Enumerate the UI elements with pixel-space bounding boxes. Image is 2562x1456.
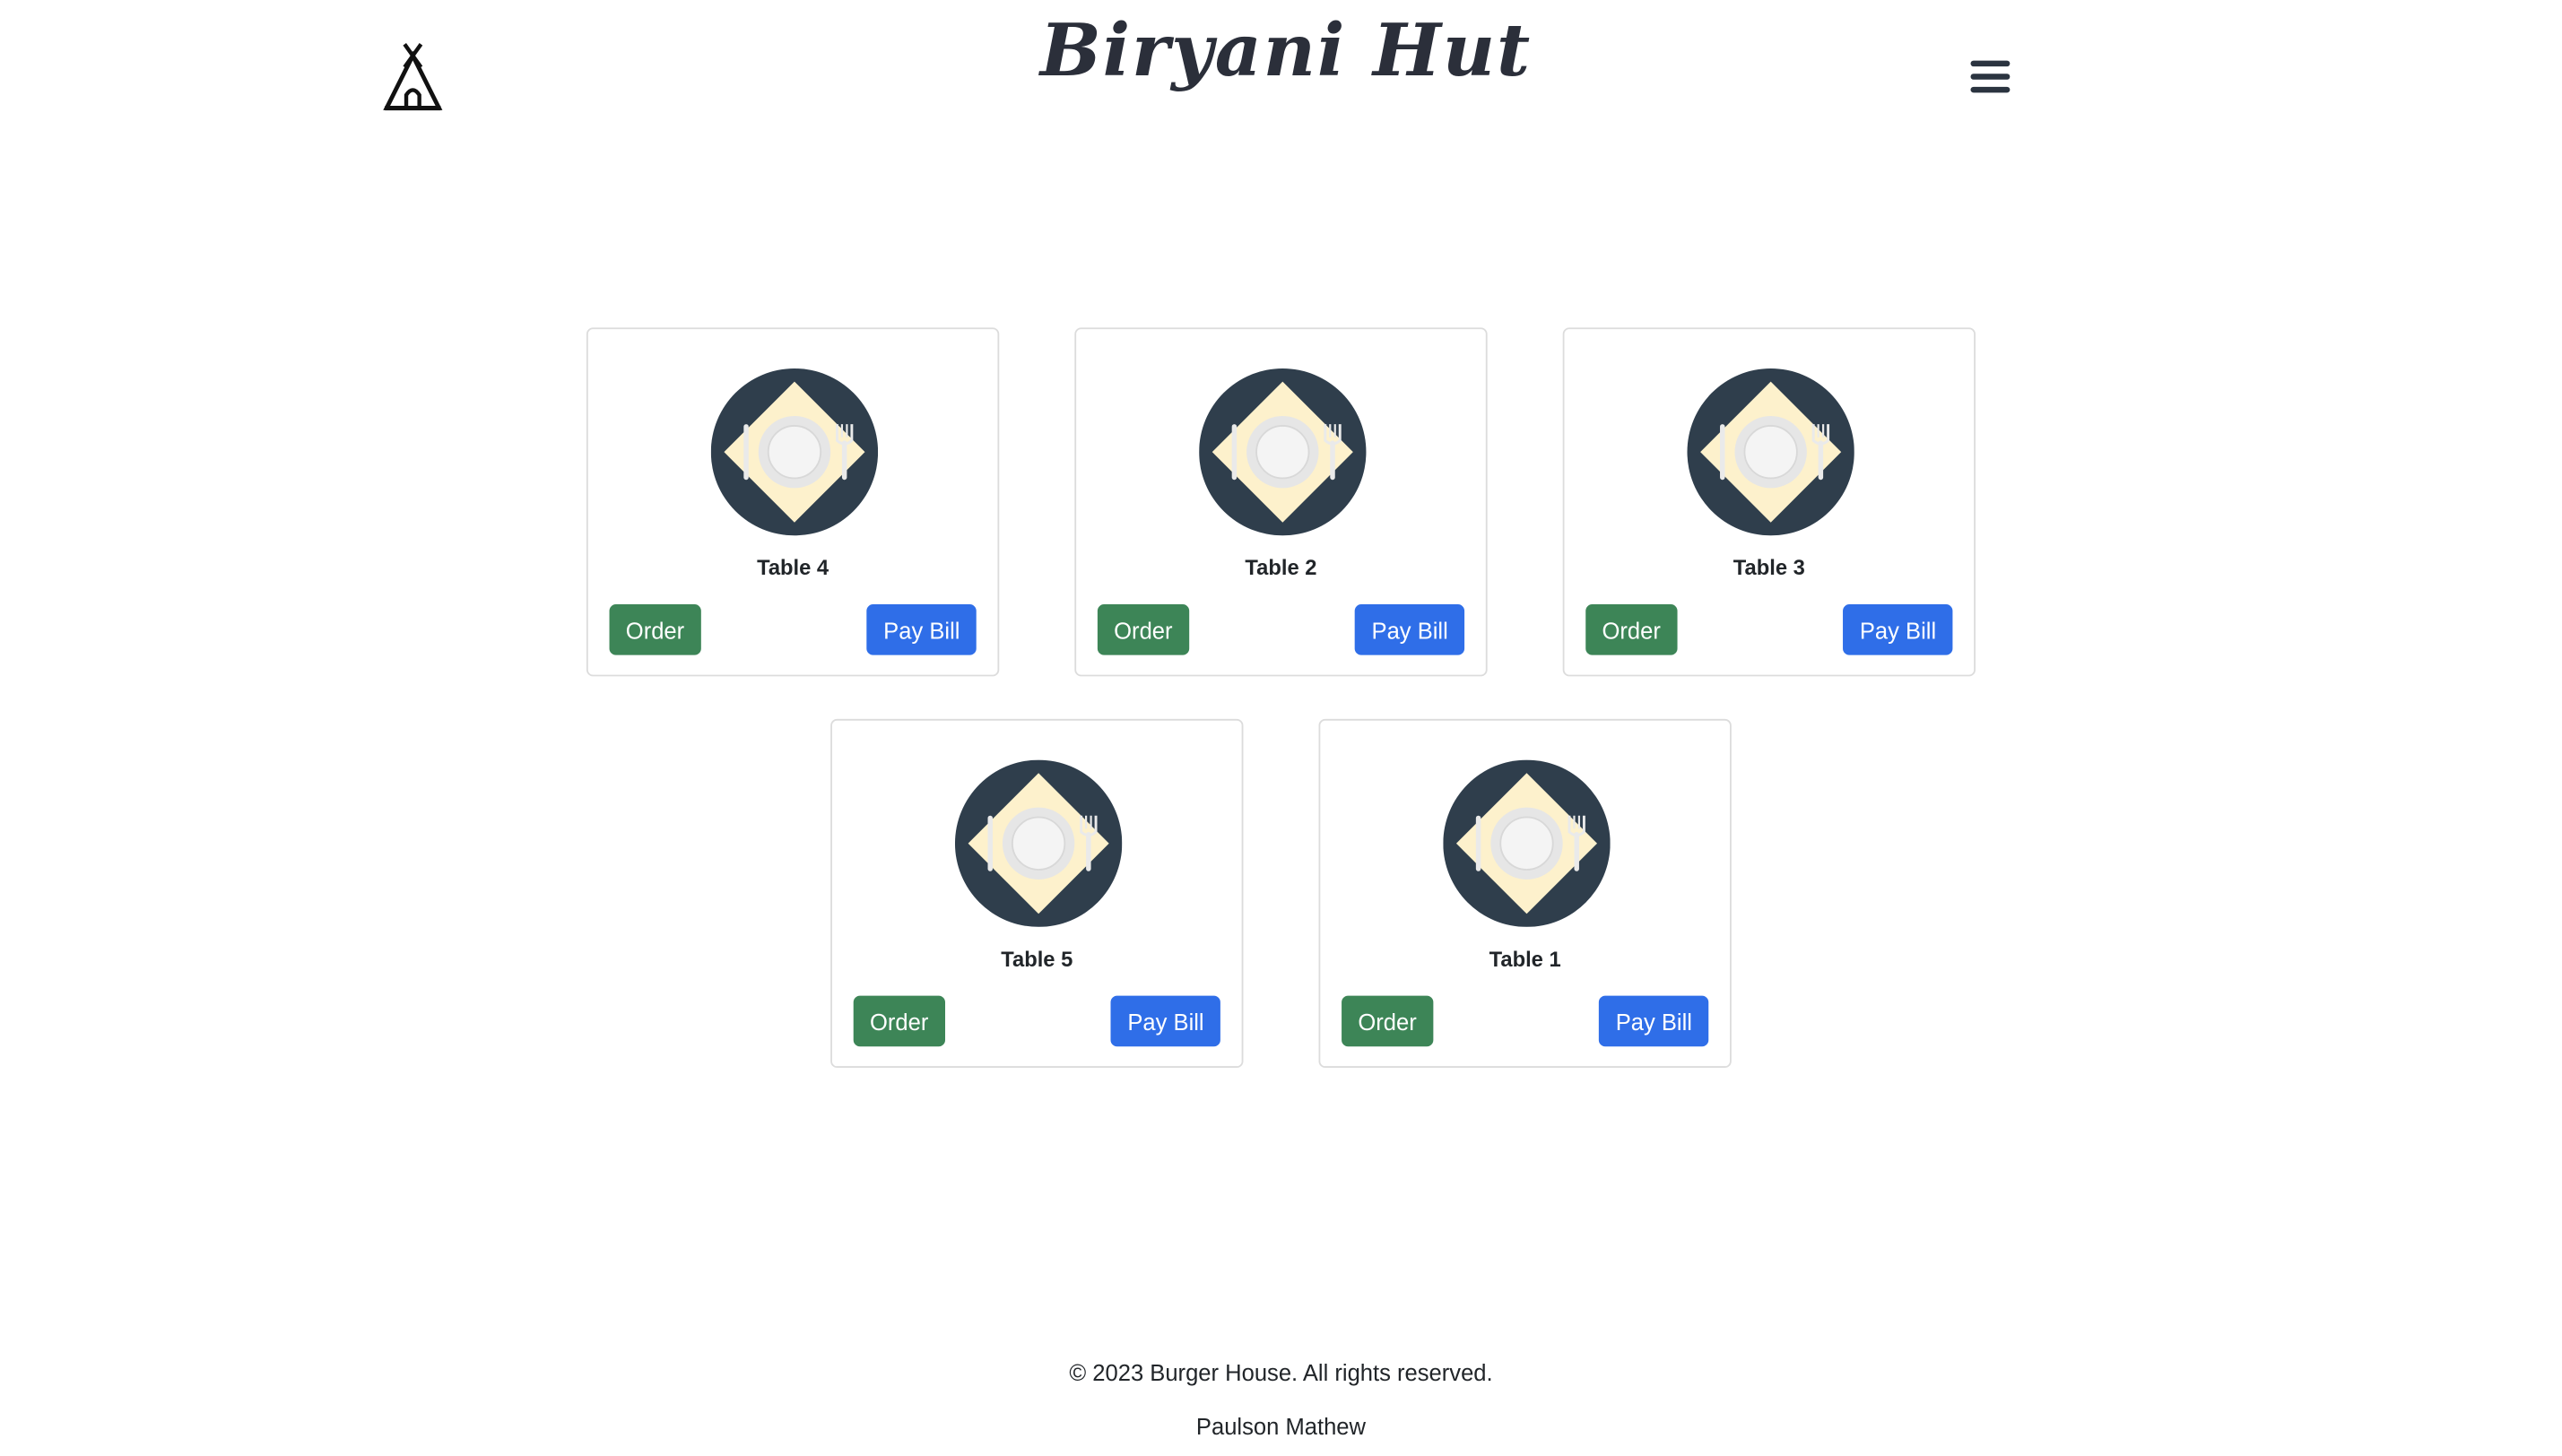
table-name: Table 3 [1733, 555, 1805, 580]
table-setting-icon [710, 368, 879, 536]
table-name: Table 2 [1245, 555, 1317, 580]
table-name: Table 5 [1001, 946, 1073, 972]
table-setting-icon [1687, 368, 1854, 536]
table-card-5: Table 1 Order Pay Bill [1318, 718, 1732, 1069]
pay-bill-button[interactable]: Pay Bill [1599, 995, 1709, 1047]
table-name: Table 4 [757, 555, 829, 580]
table-name: Table 1 [1489, 946, 1561, 972]
order-button[interactable]: Order [609, 604, 701, 655]
table-card-4: Table 5 Order Pay Bill [830, 718, 1244, 1069]
order-button[interactable]: Order [853, 995, 945, 1047]
brand-title: Biryani Hut [1039, 9, 1533, 94]
table-card-1: Table 4 Order Pay Bill [586, 327, 1000, 677]
site-header: Biryani Hut [0, 0, 2562, 147]
table-setting-icon [954, 759, 1123, 927]
table-setting-icon [1443, 759, 1611, 927]
copyright-text: © 2023 Burger House. All rights reserved… [1069, 1359, 1493, 1386]
pay-bill-button[interactable]: Pay Bill [866, 604, 977, 655]
pay-bill-button[interactable]: Pay Bill [1355, 604, 1465, 655]
table-card-2: Table 2 Order Pay Bill [1074, 327, 1488, 677]
site-footer: © 2023 Burger House. All rights reserved… [0, 1359, 2562, 1440]
order-button[interactable]: Order [1342, 995, 1433, 1047]
pay-bill-button[interactable]: Pay Bill [1111, 995, 1220, 1047]
table-grid: Table 4 Order Pay Bill Table 2 Order Pay… [0, 327, 2562, 1069]
order-button[interactable]: Order [1097, 604, 1189, 655]
hamburger-menu-icon[interactable] [1966, 54, 2015, 100]
table-setting-icon [1199, 368, 1367, 536]
page: Biryani Hut Table 4 Order Pay Bill Table… [0, 0, 2562, 1456]
order-button[interactable]: Order [1585, 604, 1678, 655]
author-name: Paulson Mathew [1195, 1413, 1367, 1440]
pay-bill-button[interactable]: Pay Bill [1843, 604, 1953, 655]
table-card-3: Table 3 Order Pay Bill [1562, 327, 1976, 677]
